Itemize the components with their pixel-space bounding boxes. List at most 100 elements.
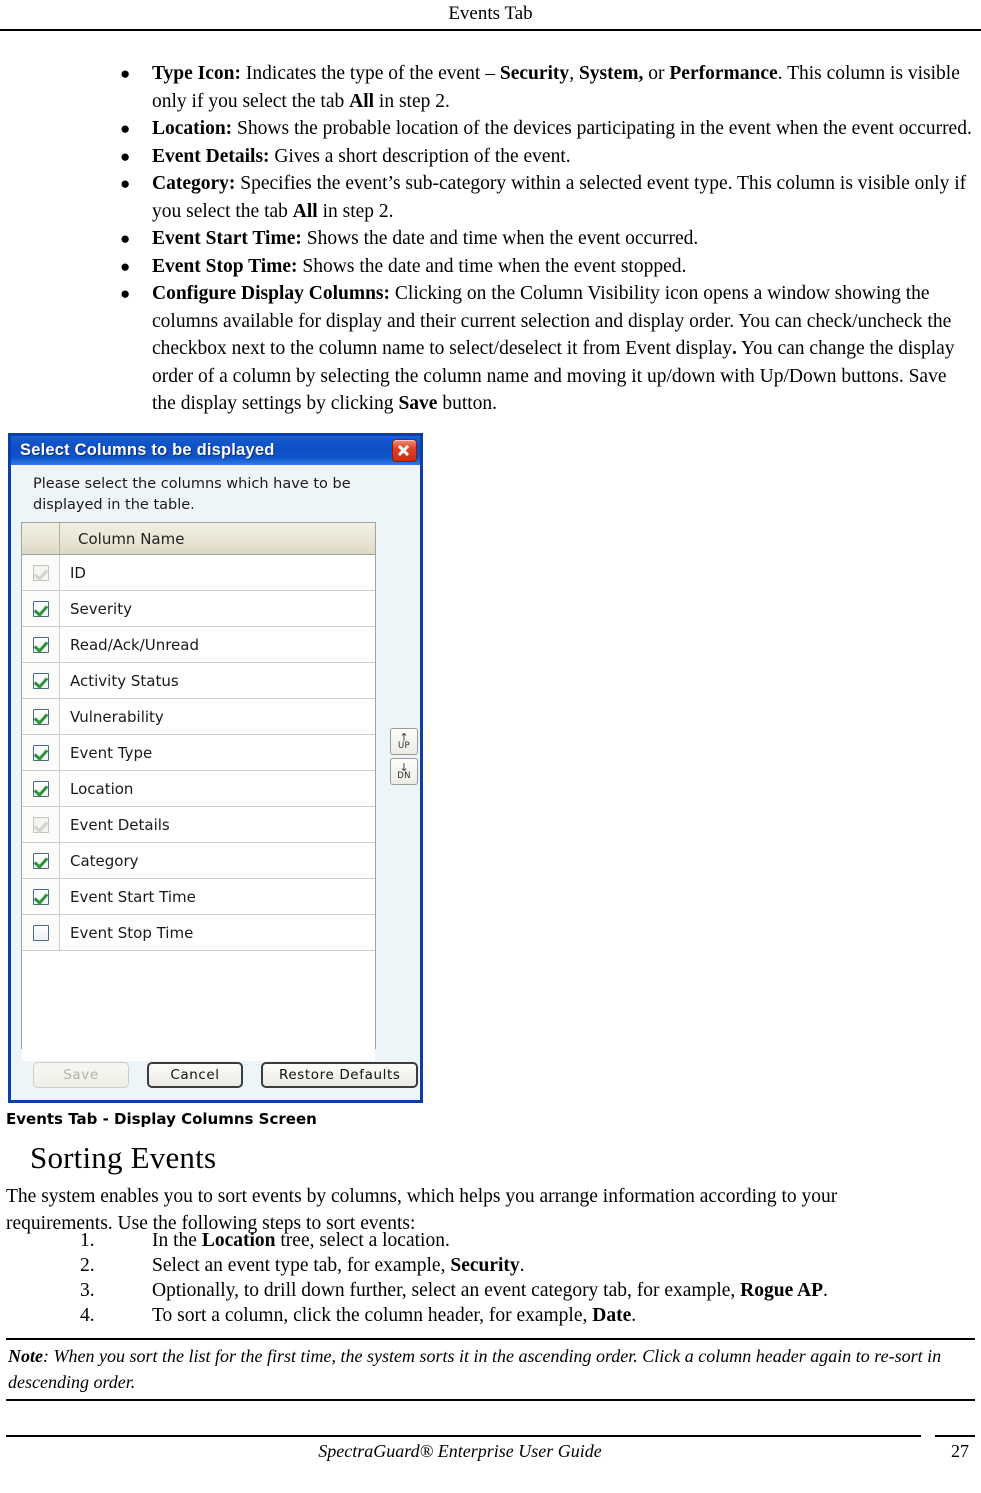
row-checkbox-cell[interactable] [22,807,60,842]
table-empty-area [22,951,375,1061]
table-row[interactable]: Event Type [22,735,375,771]
dialog-button-bar: Save Cancel Restore Defaults [33,1062,419,1088]
row-checkbox-cell[interactable] [22,915,60,950]
row-checkbox-cell[interactable] [22,735,60,770]
row-column-name: Read/Ack/Unread [70,635,199,654]
emphasis-text: All [292,200,318,222]
bullet-icon: ● [120,174,131,193]
checkbox-icon[interactable] [32,924,49,941]
emphasis-text: Location [201,1230,276,1251]
row-column-name: Location [70,779,134,798]
footer-document-title: SpectraGuard® Enterprise User Guide [318,1441,602,1461]
row-checkbox-cell[interactable] [22,843,60,878]
emphasis-text: Save [398,393,438,414]
row-column-name: Event Start Time [70,887,196,906]
body-text: Indicates the type of the event – [241,63,500,84]
table-body: ID Severity Read/Ack/Unread Activity Status… [22,555,375,951]
sorting-step-item: 3. Optionally, to drill down further, sel… [0,1278,981,1303]
body-text: , [569,63,579,84]
row-checkbox-cell[interactable] [22,591,60,626]
row-checkbox-cell[interactable] [22,771,60,806]
header-column-name: Column Name [78,529,185,548]
bullet-term: Location: [152,118,233,139]
checkbox-icon[interactable] [32,672,49,689]
dialog-titlebar: Select Columns to be displayed [11,436,420,465]
table-row[interactable]: Severity [22,591,375,627]
column-visibility-table: Column Name ID Severity Read/Ack/Unread Act… [21,522,376,1061]
bullet-icon: ● [120,64,131,83]
sorting-step-item: 4. To sort a column, click the column hea… [0,1303,981,1328]
checkbox-icon[interactable] [32,600,49,617]
footer-divider-left [6,1435,921,1437]
checkbox-icon[interactable] [32,744,49,761]
feature-bullet-item: ● Event Start Time: Shows the date and ti… [0,225,981,253]
bullet-term: Type Icon: [152,63,242,84]
sorting-steps-list: 1. In the Location tree, select a locatio… [0,1228,981,1328]
emphasis-text: Performance [669,63,778,84]
feature-bullet-item: ● Location: Shows the probable location o… [0,115,981,143]
bullet-icon: ● [120,146,131,166]
row-checkbox-cell[interactable] [22,663,60,698]
checkbox-icon[interactable] [32,708,49,725]
close-icon[interactable] [392,439,417,462]
note-box: Note: When you sort the list for the fir… [6,1338,975,1401]
checkbox-icon[interactable] [32,888,49,905]
table-row[interactable]: Event Start Time [22,879,375,915]
bullet-term: Configure Display Columns: [152,283,391,304]
bullet-icon: ● [120,256,131,276]
feature-bullet-item: ● Configure Display Columns: Clicking on … [0,280,981,418]
body-text: in step 2. [317,200,394,222]
row-column-name: Activity Status [70,671,179,690]
section-heading: Sorting Events [30,1140,217,1175]
body-text: In the [152,1230,202,1251]
page-content: ● Type Icon: Indicates the type of the ev… [0,60,981,418]
row-column-name: Severity [70,599,132,618]
save-button[interactable]: Save [33,1062,129,1088]
bullet-term: Event Start Time: [152,228,302,249]
emphasis-text: Security [450,1255,520,1276]
move-down-button[interactable]: ↓ DN [390,758,418,785]
move-up-button[interactable]: ↑ UP [390,728,418,755]
reorder-button-group: ↑ UP ↓ DN [390,728,420,788]
checkbox-icon[interactable] [32,780,49,797]
row-checkbox-cell[interactable] [22,879,60,914]
header-checkbox-cell [22,523,60,554]
restore-defaults-button[interactable]: Restore Defaults [261,1062,419,1088]
bullet-term: Event Details: [152,145,270,167]
body-text: tree, select a location. [275,1230,450,1251]
row-checkbox-cell[interactable] [22,555,60,590]
row-checkbox-cell[interactable] [22,699,60,734]
body-text: Shows the date and time when the event s… [297,255,687,277]
table-row[interactable]: Category [22,843,375,879]
checkbox-icon[interactable] [32,636,49,653]
body-text: To sort a column, click the column heade… [152,1305,593,1326]
table-row[interactable]: Event Stop Time [22,915,375,951]
display-columns-dialog-screenshot: Select Columns to be displayed Please se… [8,433,423,1103]
table-row[interactable]: Vulnerability [22,699,375,735]
checkbox-icon[interactable] [32,852,49,869]
bullet-icon: ● [120,119,131,138]
table-row[interactable]: ID [22,555,375,591]
body-text: . [823,1280,828,1301]
table-row[interactable]: Location [22,771,375,807]
column-table-region: Column Name ID Severity Read/Ack/Unread Act… [21,522,418,1061]
row-column-name: Vulnerability [70,707,164,726]
body-text: Select an event type tab, for example, [152,1255,451,1276]
body-text: button. [437,393,498,414]
checkbox-icon [32,564,49,581]
row-checkbox-cell[interactable] [22,627,60,662]
feature-bullet-item: ● Event Stop Time: Shows the date and tim… [0,253,981,281]
bullet-icon: ● [120,284,131,303]
move-down-label: DN [397,771,411,782]
body-text: . [631,1305,637,1326]
sorting-step-item: 2. Select an event type tab, for example,… [0,1253,981,1278]
feature-bullet-list: ● Type Icon: Indicates the type of the ev… [0,60,981,418]
table-row[interactable]: Read/Ack/Unread [22,627,375,663]
cancel-button[interactable]: Cancel [147,1062,243,1088]
body-text: Gives a short description of the event. [269,145,571,167]
emphasis-text: Date [592,1305,632,1326]
table-row[interactable]: Event Details [22,807,375,843]
table-row[interactable]: Activity Status [22,663,375,699]
body-text: or [643,63,670,84]
step-number: 1. [80,1230,95,1251]
